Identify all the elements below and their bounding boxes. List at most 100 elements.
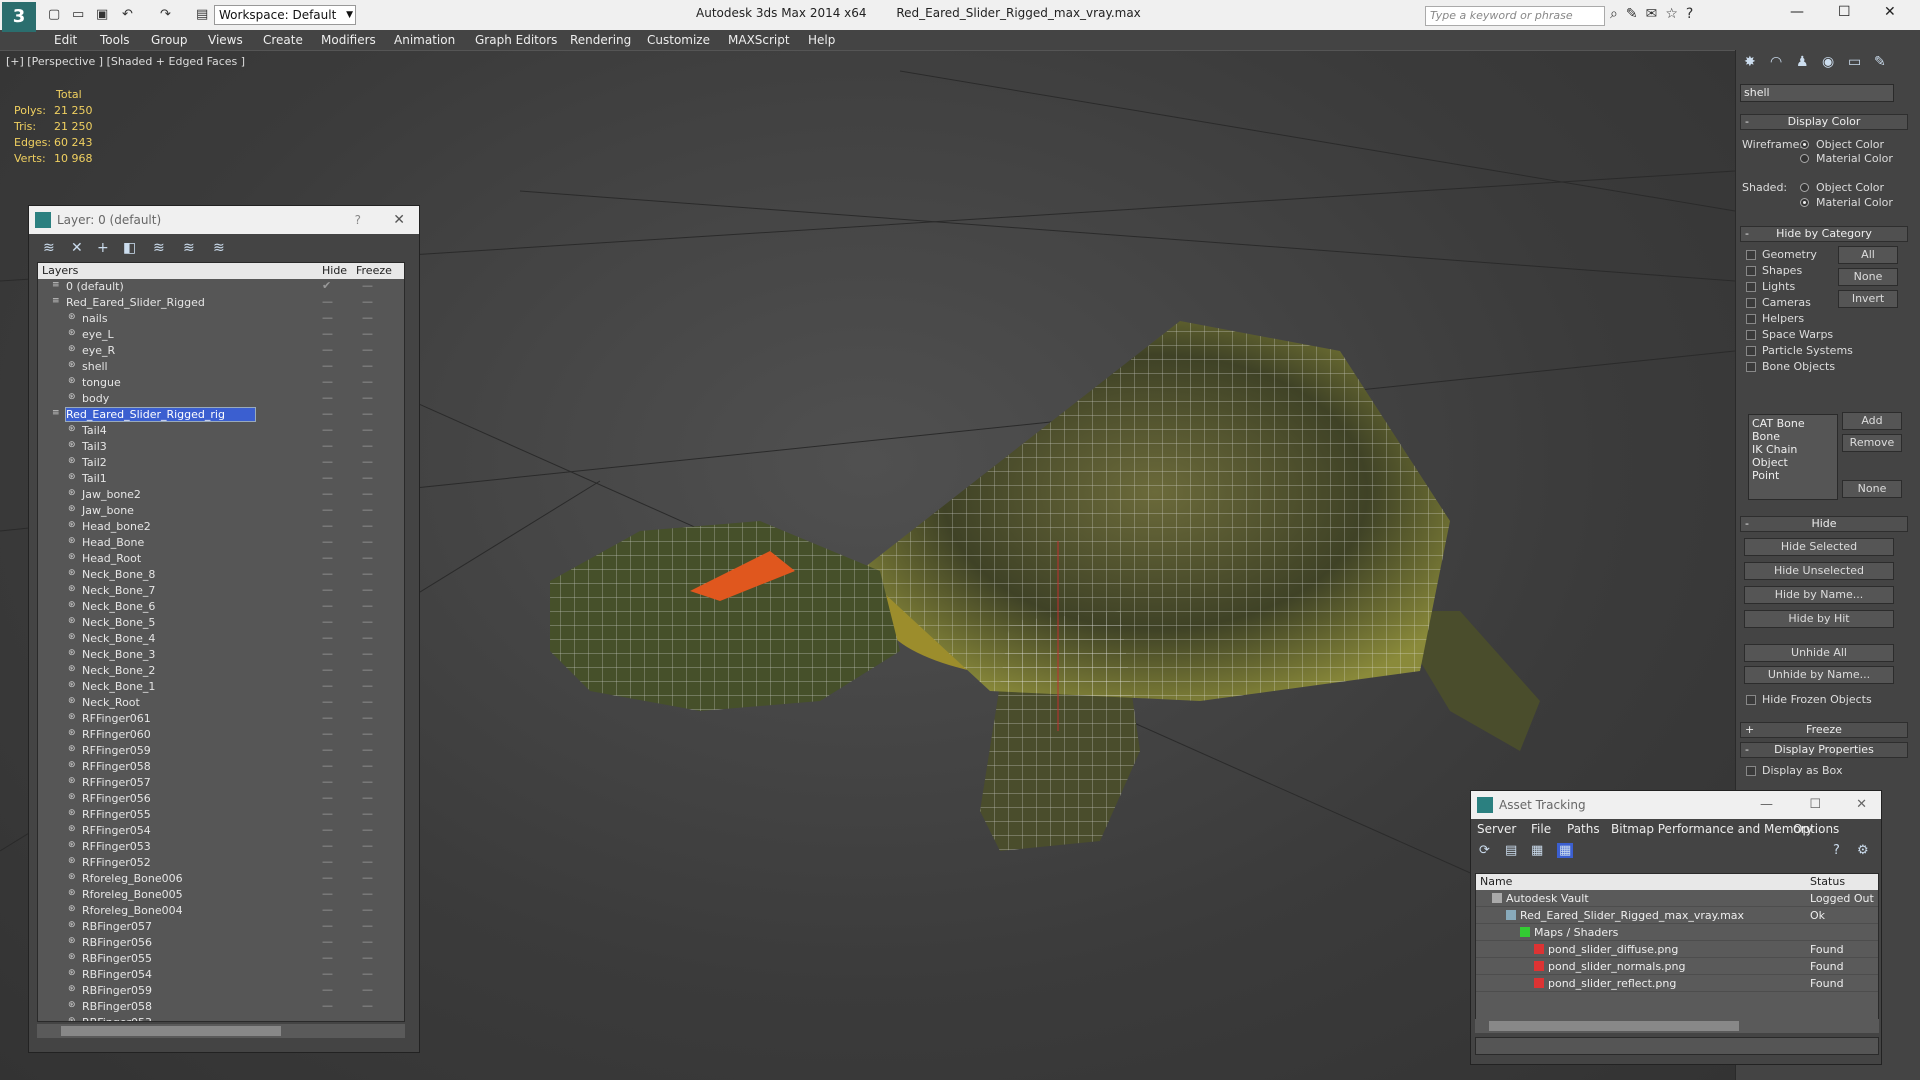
layer-row[interactable]: ⊛ Neck_Bone_7 — — [38, 583, 404, 599]
hide-toggle[interactable]: — [322, 951, 333, 964]
category-checkbox[interactable] [1746, 250, 1756, 260]
unhide-by-name-button[interactable]: Unhide by Name... [1744, 666, 1894, 684]
layer-row[interactable]: ⊛ Jaw_bone2 — — [38, 487, 404, 503]
category-remove-button[interactable]: Remove [1842, 434, 1902, 452]
freeze-toggle[interactable]: — [362, 423, 373, 436]
layer-row[interactable]: ⊛ Jaw_bone — — [38, 503, 404, 519]
hide-toggle[interactable]: — [322, 471, 333, 484]
freeze-toggle[interactable]: — [362, 983, 373, 996]
menu-tools[interactable]: Tools [100, 33, 130, 47]
freeze-toggle[interactable]: — [362, 791, 373, 804]
layer-row[interactable]: ⊛ RBFinger054 — — [38, 967, 404, 983]
layer-row[interactable]: ⊛ body — — [38, 391, 404, 407]
layer-row[interactable]: ≡ Red_Eared_Slider_Rigged_rig — — [38, 407, 404, 423]
help-search-input[interactable]: Type a keyword or phrase [1425, 6, 1605, 26]
layer-row[interactable]: ⊛ Head_bone2 — — [38, 519, 404, 535]
hide-toggle[interactable]: — [322, 535, 333, 548]
add-layer-icon[interactable]: + [97, 240, 109, 256]
asset-window-titlebar[interactable]: Asset Tracking — ☐ ✕ [1471, 791, 1881, 819]
category-all-button[interactable]: All [1838, 246, 1898, 264]
asset-row[interactable]: Autodesk Vault Logged Out [1476, 890, 1878, 907]
select-objects-icon[interactable]: ◧ [123, 240, 136, 256]
menu-file[interactable]: File [1531, 822, 1551, 836]
list-item[interactable]: Point [1752, 469, 1834, 482]
category-checkbox[interactable] [1746, 346, 1756, 356]
list-view-icon[interactable]: ▤ [1505, 843, 1517, 858]
menu-rendering[interactable]: Rendering [570, 33, 631, 47]
minimize-icon[interactable]: — [1760, 791, 1773, 819]
wireframe-material-color-radio[interactable] [1800, 154, 1809, 163]
hide-by-name-button[interactable]: Hide by Name... [1744, 586, 1894, 604]
freeze-toggle[interactable]: — [362, 935, 373, 948]
freeze-toggle[interactable]: — [362, 855, 373, 868]
category-add-button[interactable]: Add [1842, 412, 1902, 430]
layer-row[interactable]: ⊛ RFFinger059 — — [38, 743, 404, 759]
menu-help[interactable]: Help [808, 33, 835, 47]
freeze-toggle[interactable]: — [362, 519, 373, 532]
freeze-toggle[interactable]: — [362, 679, 373, 692]
freeze-toggle[interactable]: — [362, 871, 373, 884]
menu-animation[interactable]: Animation [394, 33, 455, 47]
layer-row[interactable]: ⊛ RFFinger057 — — [38, 775, 404, 791]
open-file-icon[interactable]: ▭ [72, 7, 84, 22]
hide-toggle[interactable]: — [322, 871, 333, 884]
thumbnail-view-icon[interactable]: ▦ [1531, 843, 1543, 858]
save-file-icon[interactable]: ▣ [96, 7, 108, 22]
freeze-toggle[interactable]: — [362, 919, 373, 932]
settings-icon[interactable]: ⚙ [1857, 843, 1869, 858]
freeze-toggle[interactable]: — [362, 967, 373, 980]
app-menu-button[interactable]: 3 [2, 2, 36, 32]
hide-toggle[interactable]: — [322, 1015, 333, 1021]
hide-toggle[interactable]: — [322, 503, 333, 516]
layer-row[interactable]: ⊛ shell — — [38, 359, 404, 375]
menu-group[interactable]: Group [151, 33, 188, 47]
asset-path-field[interactable] [1475, 1037, 1879, 1055]
layer-row[interactable]: ⊛ Head_Bone — — [38, 535, 404, 551]
freeze-toggle[interactable]: — [362, 807, 373, 820]
maximize-icon[interactable]: ☐ [1838, 4, 1851, 20]
category-list-none-button[interactable]: None [1842, 480, 1902, 498]
hide-toggle[interactable]: — [322, 295, 333, 308]
hide-toggle[interactable]: — [322, 631, 333, 644]
freeze-toggle[interactable]: — [362, 647, 373, 660]
layer-row[interactable]: ⊛ Tail3 — — [38, 439, 404, 455]
hide-unselected-button[interactable]: Hide Unselected [1744, 562, 1894, 580]
menu-modifiers[interactable]: Modifiers [321, 33, 376, 47]
hide-toggle[interactable]: — [322, 775, 333, 788]
freeze-toggle[interactable]: — [362, 711, 373, 724]
menu-edit[interactable]: Edit [54, 33, 77, 47]
hide-toggle[interactable]: — [322, 759, 333, 772]
freeze-toggle[interactable]: — [362, 615, 373, 628]
hide-frozen-checkbox[interactable] [1746, 695, 1756, 705]
motion-tab-icon[interactable]: ◉ [1822, 54, 1834, 70]
freeze-toggle[interactable]: — [362, 471, 373, 484]
freeze-toggle[interactable]: — [362, 695, 373, 708]
display-color-rollout[interactable]: - Display Color [1740, 114, 1908, 130]
binoculars-icon[interactable]: ⌕ [1610, 6, 1626, 22]
refresh-icon[interactable]: ⟳ [1479, 843, 1490, 858]
freeze-toggle[interactable]: — [362, 551, 373, 564]
hide-toggle[interactable]: ✔ [322, 279, 331, 292]
menu-paths[interactable]: Paths [1567, 822, 1600, 836]
column-hide[interactable]: Hide [322, 264, 347, 277]
category-checkbox[interactable] [1746, 330, 1756, 340]
hide-toggle[interactable]: — [322, 551, 333, 564]
new-file-icon[interactable]: ▢ [48, 7, 60, 22]
layer-row[interactable]: ⊛ RBFinger058 — — [38, 999, 404, 1015]
menu-bitmap-performance[interactable]: Bitmap Performance and Memory [1611, 822, 1813, 836]
close-icon[interactable]: ✕ [1884, 4, 1896, 20]
category-checkbox[interactable] [1746, 266, 1756, 276]
help-icon[interactable]: ? [1833, 843, 1840, 858]
freeze-toggle[interactable]: — [362, 359, 373, 372]
hide-toggle[interactable]: — [322, 455, 333, 468]
freeze-toggle[interactable]: — [362, 759, 373, 772]
category-checkbox[interactable] [1746, 314, 1756, 324]
freeze-toggle[interactable]: — [362, 487, 373, 500]
layer-row[interactable]: ⊛ Neck_Root — — [38, 695, 404, 711]
wireframe-object-color-radio[interactable] [1800, 140, 1809, 149]
layer-row[interactable]: ⊛ RBFinger053 — — [38, 1015, 404, 1021]
undo-icon[interactable]: ↶ [122, 7, 133, 22]
freeze-toggle[interactable]: — [362, 535, 373, 548]
freeze-toggle[interactable]: — [362, 503, 373, 516]
category-invert-button[interactable]: Invert [1838, 290, 1898, 308]
